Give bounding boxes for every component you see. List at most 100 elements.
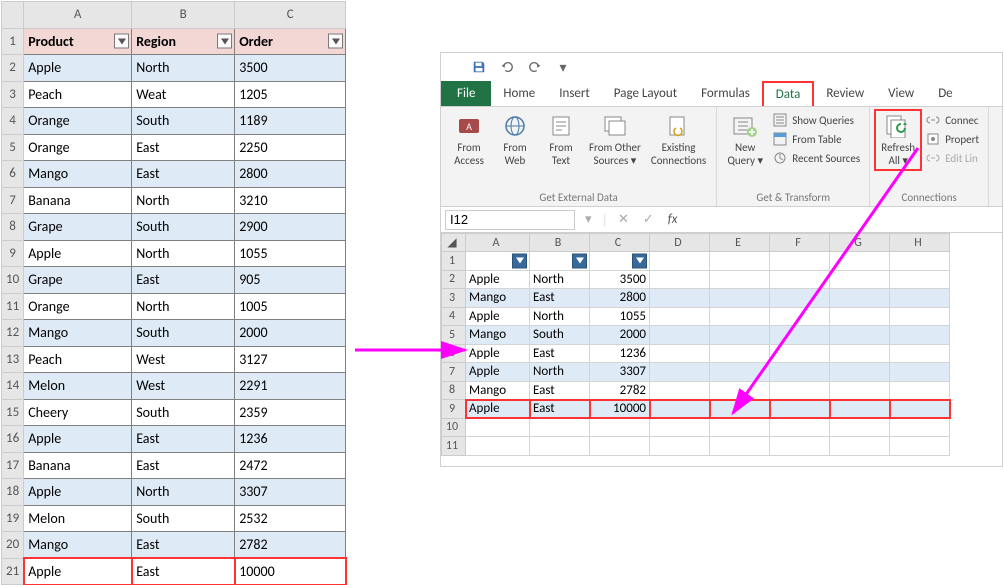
cell[interactable]: 2782	[235, 532, 346, 559]
row-header[interactable]: 8	[442, 381, 466, 400]
filter-dropdown-icon[interactable]	[114, 34, 129, 49]
ext-btn-3[interactable]: From OtherSources ▾	[585, 111, 645, 169]
cell[interactable]: Peach	[24, 81, 132, 108]
row-header[interactable]: 2	[2, 55, 24, 82]
tab-page-layout[interactable]: Page Layout	[602, 81, 689, 106]
transform-btn-2[interactable]: Recent Sources	[769, 149, 863, 167]
row-header[interactable]: 16	[2, 426, 24, 453]
cell[interactable]: East	[530, 344, 590, 363]
cell[interactable]: North	[132, 55, 235, 82]
row-header[interactable]: 9	[2, 240, 24, 267]
cell[interactable]: East	[530, 400, 590, 419]
cell[interactable]: 10000	[590, 400, 650, 419]
cell[interactable]: Apple	[466, 307, 530, 326]
right-header-product[interactable]: Product	[466, 252, 530, 271]
cell[interactable]: 1236	[235, 426, 346, 453]
cell[interactable]: Orange	[24, 108, 132, 135]
cell[interactable]: 2000	[590, 326, 650, 345]
tab-home[interactable]: Home	[491, 81, 547, 106]
cell[interactable]: 2291	[235, 373, 346, 400]
row-header[interactable]: 11	[2, 293, 24, 320]
row-header[interactable]: 17	[2, 452, 24, 479]
col-header-B[interactable]: B	[132, 2, 235, 29]
conn-btn-0[interactable]: Connec	[922, 111, 982, 129]
cell[interactable]: Apple	[24, 240, 132, 267]
tab-review[interactable]: Review	[814, 81, 876, 106]
cell[interactable]: Melon	[24, 505, 132, 532]
cell[interactable]: Peach	[24, 346, 132, 373]
cell[interactable]: 3210	[235, 187, 346, 214]
cell[interactable]: East	[530, 289, 590, 308]
corner-cell[interactable]: ◢	[442, 234, 466, 252]
ext-btn-4[interactable]: ExistingConnections	[647, 111, 710, 169]
header-region[interactable]: Region	[132, 28, 235, 55]
cell[interactable]: 905	[235, 267, 346, 294]
cell[interactable]: Apple	[24, 558, 132, 585]
ext-btn-0[interactable]: AFromAccess	[447, 111, 491, 169]
row-header[interactable]: 7	[442, 363, 466, 382]
row-header[interactable]: 10	[2, 267, 24, 294]
cell[interactable]: 2000	[235, 320, 346, 347]
cell[interactable]: South	[132, 320, 235, 347]
tab-data[interactable]: Data	[762, 81, 815, 106]
row-header[interactable]: 15	[2, 399, 24, 426]
cell[interactable]: West	[132, 346, 235, 373]
transform-btn-1[interactable]: From Table	[769, 130, 863, 148]
ext-btn-2[interactable]: FromText	[539, 111, 583, 169]
filter-dropdown-icon[interactable]	[328, 34, 343, 49]
cell[interactable]: 3307	[590, 363, 650, 382]
cell[interactable]: East	[132, 452, 235, 479]
cell[interactable]: 2359	[235, 399, 346, 426]
cell[interactable]: Mango	[466, 326, 530, 345]
cell[interactable]: 3500	[590, 270, 650, 289]
transform-btn-0[interactable]: Show Queries	[769, 111, 863, 129]
header-product[interactable]: Product	[24, 28, 132, 55]
cell[interactable]: Apple	[466, 344, 530, 363]
row-header[interactable]: 19	[2, 505, 24, 532]
cell[interactable]: East	[530, 381, 590, 400]
conn-btn-1[interactable]: Propert	[922, 130, 982, 148]
cell[interactable]: Apple	[24, 479, 132, 506]
row-header[interactable]: 20	[2, 532, 24, 559]
cell[interactable]: West	[132, 373, 235, 400]
row-header[interactable]: 6	[442, 344, 466, 363]
cell[interactable]: 2250	[235, 134, 346, 161]
cell[interactable]: East	[132, 267, 235, 294]
ext-btn-1[interactable]: FromWeb	[493, 111, 537, 169]
cell[interactable]: 1055	[235, 240, 346, 267]
tab-insert[interactable]: Insert	[547, 81, 602, 106]
cell[interactable]: 2900	[235, 214, 346, 241]
row-header[interactable]: 1	[2, 28, 24, 55]
cell[interactable]: Mango	[24, 161, 132, 188]
tab-formulas[interactable]: Formulas	[689, 81, 762, 106]
filter-dropdown-icon[interactable]	[217, 34, 232, 49]
row-header[interactable]: 3	[2, 81, 24, 108]
cell[interactable]: 2800	[590, 289, 650, 308]
row-header[interactable]: 5	[442, 326, 466, 345]
corner-cell[interactable]	[2, 2, 24, 29]
row-header[interactable]: 14	[2, 373, 24, 400]
cell[interactable]: 1205	[235, 81, 346, 108]
tab-view[interactable]: View	[876, 81, 926, 106]
fx-icon[interactable]: fx	[664, 212, 682, 227]
cell[interactable]: Apple	[466, 363, 530, 382]
cell[interactable]: East	[132, 161, 235, 188]
row-header[interactable]: 3	[442, 289, 466, 308]
row-header[interactable]: 12	[2, 320, 24, 347]
row-header[interactable]: 8	[2, 214, 24, 241]
cell[interactable]: East	[132, 426, 235, 453]
cell[interactable]: Grape	[24, 214, 132, 241]
cell[interactable]: South	[132, 399, 235, 426]
cell[interactable]: Apple	[466, 400, 530, 419]
filter-dropdown-icon[interactable]	[572, 253, 587, 268]
cell[interactable]: North	[132, 240, 235, 267]
cell[interactable]: North	[132, 479, 235, 506]
cell[interactable]: North	[530, 270, 590, 289]
cell[interactable]: Apple	[24, 426, 132, 453]
row-header[interactable]: 6	[2, 161, 24, 188]
row-header[interactable]: 2	[442, 270, 466, 289]
cell[interactable]: Cheery	[24, 399, 132, 426]
cell[interactable]: 2472	[235, 452, 346, 479]
col-header-A[interactable]: A	[24, 2, 132, 29]
refresh-all-button[interactable]: Refresh All ▾	[876, 111, 920, 169]
